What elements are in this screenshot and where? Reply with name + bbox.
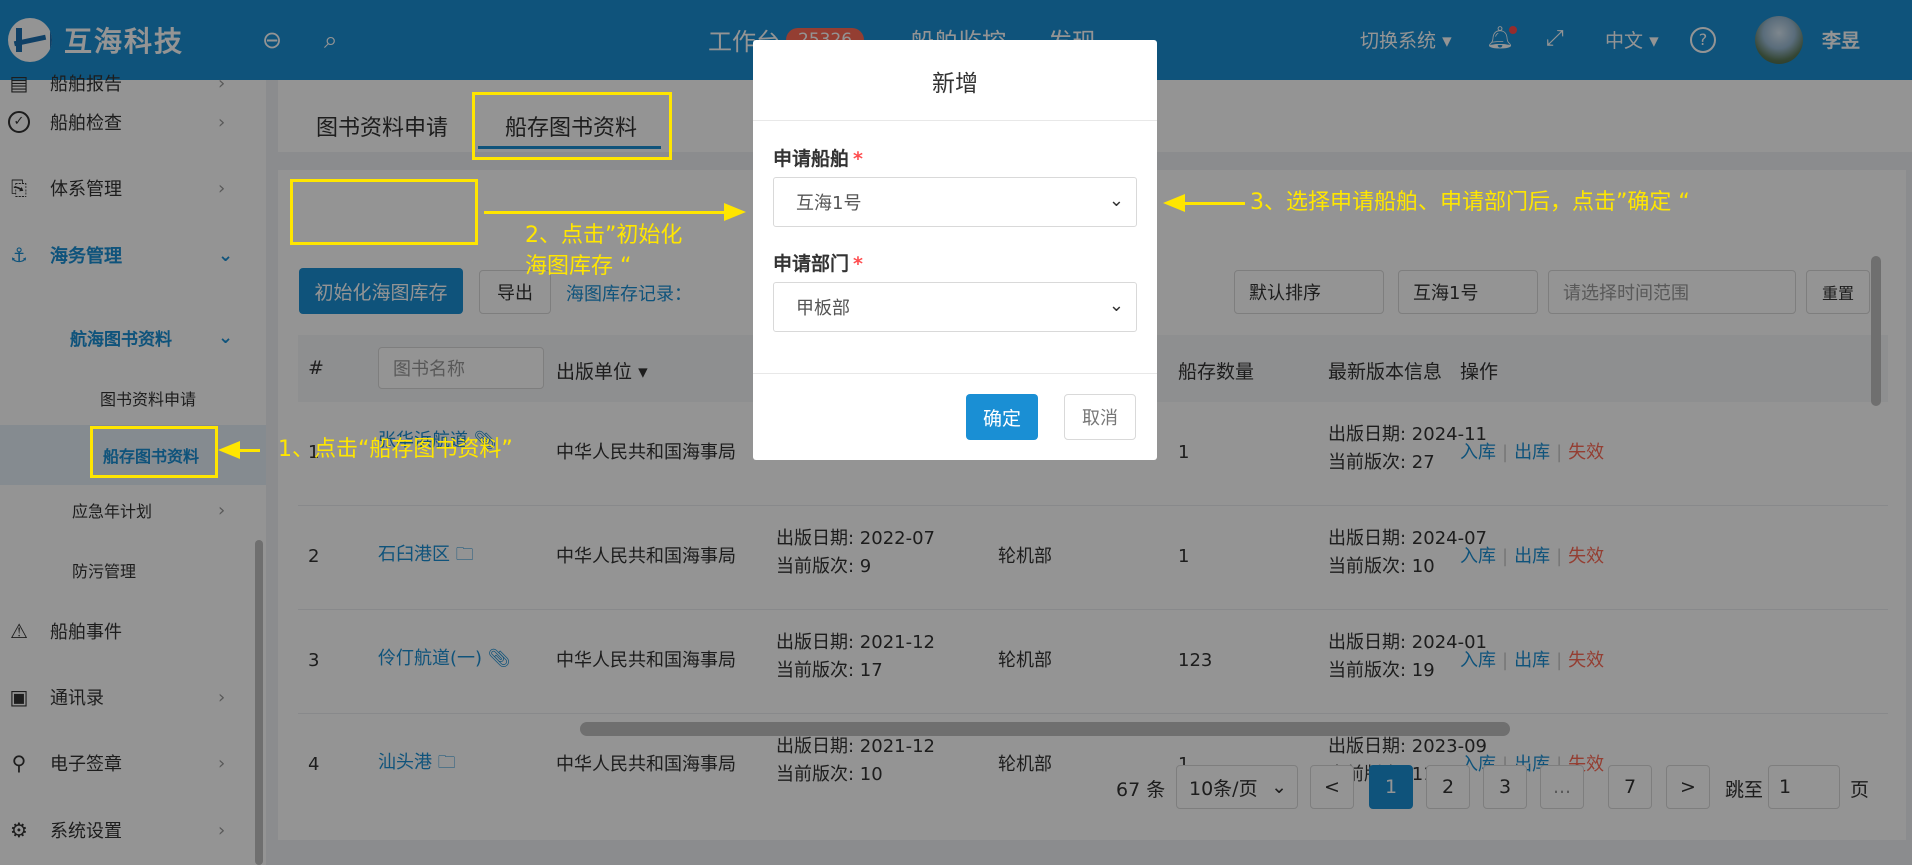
step3-arrow-line: [1185, 202, 1245, 205]
step1-annotation: 1、点击“船存图书资料”: [278, 437, 513, 462]
step2-annotation-line1: 2、点击”初始化: [525, 223, 683, 248]
required-mark: *: [853, 253, 863, 275]
modal-title: 新增: [932, 71, 978, 97]
confirm-button[interactable]: 确定: [966, 394, 1038, 440]
step1-arrow-line: [240, 449, 260, 452]
step3-annotation: 3、选择申请船舶、申请部门后，点击”确定 “: [1250, 190, 1690, 215]
dept-label-text: 申请部门: [773, 253, 850, 275]
cancel-button[interactable]: 取消: [1064, 394, 1136, 440]
modal-footer-divider: [753, 373, 1157, 374]
step1-arrow-head: [218, 441, 240, 459]
dept-field-label: 申请部门 *: [773, 249, 863, 276]
required-mark: *: [853, 148, 863, 170]
add-modal: 新增 申请船舶 * 互海1号 ⌄ 申请部门 * 甲板部 ⌄ 确定 取消: [753, 40, 1157, 460]
highlight-onboard-tab: [472, 92, 672, 160]
dept-select[interactable]: 甲板部 ⌄: [773, 282, 1137, 332]
step2-arrow-head: [724, 203, 746, 221]
ship-label-text: 申请船舶: [773, 148, 850, 170]
chevron-down-icon: ⌄: [1108, 295, 1124, 316]
step3-arrow-head: [1163, 194, 1185, 212]
ship-select-value: 互海1号: [796, 193, 862, 214]
chevron-down-icon: ⌄: [1108, 190, 1124, 211]
highlight-onboard-books: [90, 426, 218, 478]
ship-field-label: 申请船舶 *: [773, 144, 863, 171]
step2-arrow-line: [484, 211, 724, 214]
ship-select[interactable]: 互海1号 ⌄: [773, 177, 1137, 227]
dept-select-value: 甲板部: [796, 298, 850, 319]
modal-divider: [753, 120, 1157, 121]
highlight-init-button: [290, 179, 478, 245]
step2-annotation-line2: 海图库存 “: [525, 254, 632, 279]
